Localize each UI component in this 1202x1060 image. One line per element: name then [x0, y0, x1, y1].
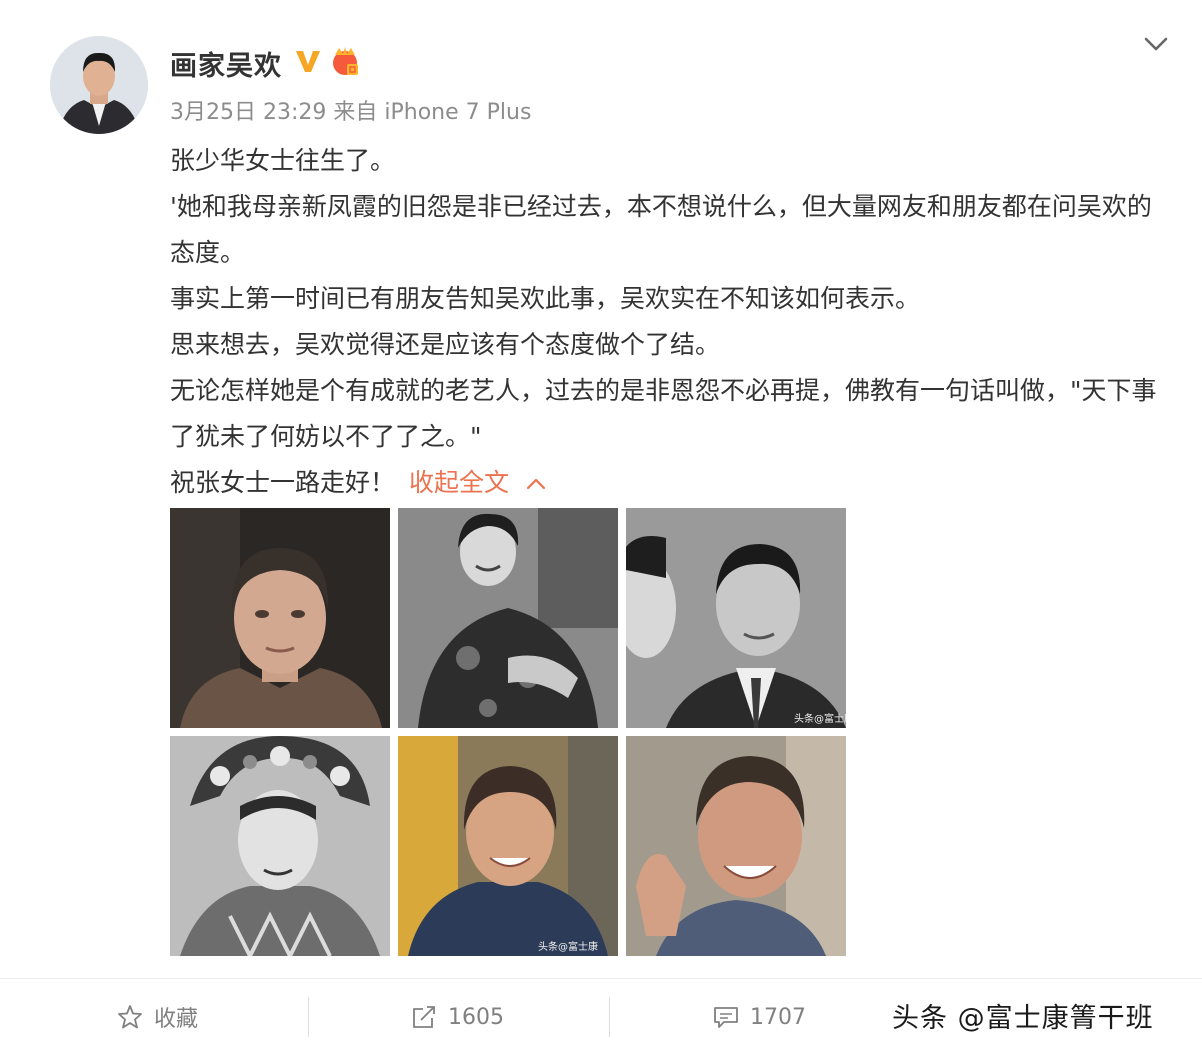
post-paragraph: 无论怎样她是个有成就的老艺人，过去的是非恩怨不必再提，佛教有一句话叫做，"天下事… [170, 376, 1157, 451]
post-meta: 3月25日 23:29 来自 iPhone 7 Plus [170, 100, 532, 125]
post-paragraph: 祝张女士一路走好！ [170, 468, 396, 497]
weibo-post-card: 画家吴欢 3月25日 23:29 来自 iPhone 7 Plus 张少华女士往… [0, 0, 1202, 1060]
photo-grid: 头条@富士康 [170, 508, 850, 956]
photo-thumbnail[interactable]: 头条@富士康 [626, 508, 846, 728]
divider [308, 997, 309, 1037]
post-content: 张少华女士往生了。 '她和我母亲新凤霞的旧怨是非已经过去，本不想说什么，但大量网… [170, 138, 1170, 506]
author-name[interactable]: 画家吴欢 [170, 44, 282, 83]
photo-thumbnail[interactable] [626, 736, 846, 956]
chevron-up-icon[interactable] [525, 477, 547, 491]
crown-member-icon[interactable] [328, 44, 362, 78]
divider [609, 997, 610, 1037]
photo-thumbnail[interactable] [170, 736, 390, 956]
watermark-text: 头条 @富士康箐干班 [892, 1003, 1154, 1034]
post-paragraph: 事实上第一时间已有朋友告知吴欢此事，吴欢实在不知该如何表示。 [170, 284, 921, 313]
post-paragraph: '她和我母亲新凤霞的旧怨是非已经过去，本不想说什么，但大量网友和朋友都在问吴欢的… [170, 192, 1152, 267]
comment-count: 1707 [750, 1004, 806, 1030]
post-paragraph: 张少华女士往生了。 [170, 146, 396, 175]
photo-thumbnail[interactable] [398, 508, 618, 728]
verified-v-icon [296, 51, 320, 72]
comment-button[interactable]: 1707 [712, 979, 806, 1055]
star-icon [118, 1005, 142, 1029]
avatar[interactable] [50, 36, 148, 134]
repost-button[interactable]: 1605 [410, 979, 504, 1055]
post-paragraph: 思来想去，吴欢觉得还是应该有个态度做个了结。 [170, 330, 721, 359]
favorite-label: 收藏 [154, 1007, 199, 1032]
photo-watermark: 头条@富士康 [794, 712, 846, 725]
post-last-line: 祝张女士一路走好！ 收起全文 [170, 460, 1170, 506]
share-icon [413, 1006, 435, 1028]
repost-count: 1605 [448, 1004, 504, 1030]
chevron-down-icon[interactable] [1140, 32, 1172, 56]
photo-watermark: 头条@富士康 [538, 940, 598, 953]
photo-thumbnail[interactable]: 头条@富士康 [398, 736, 618, 956]
favorite-button[interactable]: 收藏 [116, 979, 198, 1055]
photo-thumbnail[interactable] [170, 508, 390, 728]
comment-icon [714, 1007, 738, 1028]
collapse-text-link[interactable]: 收起全文 [409, 468, 509, 497]
